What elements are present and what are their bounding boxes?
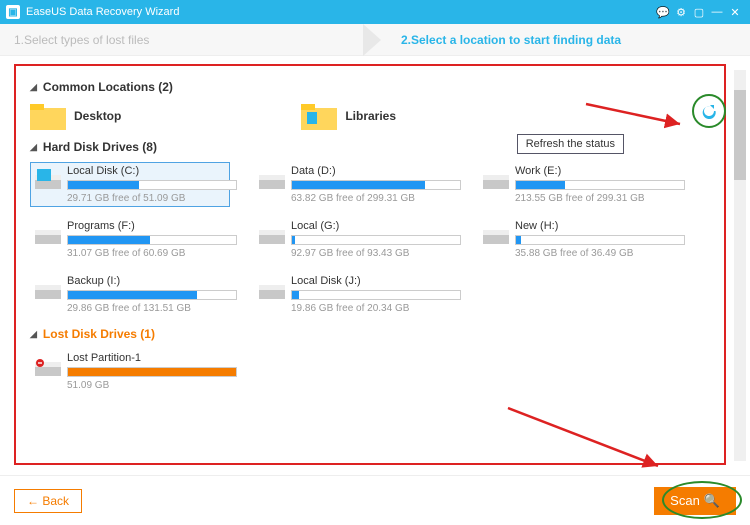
capacity-bar — [67, 290, 237, 300]
capacity-bar — [291, 180, 461, 190]
capacity-bar — [67, 235, 237, 245]
titlebar: ▣ EaseUS Data Recovery Wizard 💬 ⚙ ▢ — ✕ — [0, 0, 750, 24]
capacity-bar — [291, 290, 461, 300]
capacity-bar — [291, 235, 461, 245]
location-libraries[interactable]: Libraries — [301, 102, 396, 130]
wizard-steps: 1.Select types of lost files 2.Select a … — [0, 24, 750, 56]
scrollbar[interactable] — [734, 70, 746, 461]
drive-info: 29.71 GB free of 51.09 GB — [67, 193, 237, 204]
step-2: 2.Select a location to start finding dat… — [401, 33, 750, 47]
drive-info: 92.97 GB free of 93.43 GB — [291, 248, 461, 259]
drive-item[interactable]: Programs (F:)31.07 GB free of 60.69 GB — [30, 217, 230, 262]
drive-name: New (H:) — [515, 220, 685, 232]
collapse-icon[interactable]: ◢ — [30, 329, 37, 340]
search-icon: 🔍 — [704, 493, 720, 509]
drive-icon — [483, 169, 509, 191]
drive-info: 51.09 GB — [67, 380, 237, 391]
drive-item[interactable]: Data (D:)63.82 GB free of 299.31 GB — [254, 162, 454, 207]
capacity-bar — [67, 367, 237, 377]
drive-info: 35.88 GB free of 36.49 GB — [515, 248, 685, 259]
drive-info: 63.82 GB free of 299.31 GB — [291, 193, 461, 204]
drive-icon — [483, 224, 509, 246]
drive-info: 31.07 GB free of 60.69 GB — [67, 248, 237, 259]
refresh-tooltip: Refresh the status — [517, 134, 624, 154]
drive-item[interactable]: New (H:)35.88 GB free of 36.49 GB — [478, 217, 678, 262]
capacity-bar — [515, 180, 685, 190]
drive-name: Work (E:) — [515, 165, 685, 177]
scrollbar-thumb[interactable] — [734, 90, 746, 180]
section-common: ◢ Common Locations (2) — [30, 80, 710, 94]
drive-name: Programs (F:) — [67, 220, 237, 232]
close-icon[interactable]: ✕ — [726, 6, 744, 19]
drive-name: Data (D:) — [291, 165, 461, 177]
step-separator — [363, 24, 381, 56]
section-lost: ◢ Lost Disk Drives (1) — [30, 327, 710, 341]
lost-drive-item[interactable]: Lost Partition-151.09 GB — [30, 349, 230, 394]
back-button[interactable]: ← Back — [14, 489, 82, 513]
refresh-button[interactable] — [698, 100, 720, 122]
drive-icon — [35, 224, 61, 246]
drive-icon — [35, 356, 61, 378]
location-desktop[interactable]: Desktop — [30, 102, 121, 130]
chat-icon[interactable]: 💬 — [654, 6, 672, 19]
maximize-icon[interactable]: ▢ — [690, 6, 708, 19]
collapse-icon[interactable]: ◢ — [30, 142, 37, 153]
drive-icon — [259, 224, 285, 246]
capacity-bar — [67, 180, 237, 190]
drive-name: Local Disk (C:) — [67, 165, 237, 177]
drive-item[interactable]: Local Disk (J:)19.86 GB free of 20.34 GB — [254, 272, 454, 317]
libraries-icon — [301, 102, 337, 130]
drive-info: 19.86 GB free of 20.34 GB — [291, 303, 461, 314]
drive-name: Local (G:) — [291, 220, 461, 232]
drive-item[interactable]: Work (E:)213.55 GB free of 299.31 GB — [478, 162, 678, 207]
app-logo: ▣ — [6, 5, 20, 19]
drive-item[interactable]: Backup (I:)29.86 GB free of 131.51 GB — [30, 272, 230, 317]
drive-name: Local Disk (J:) — [291, 275, 461, 287]
minimize-icon[interactable]: — — [708, 6, 726, 18]
drive-item[interactable]: Local (G:)92.97 GB free of 93.43 GB — [254, 217, 454, 262]
drive-icon — [259, 279, 285, 301]
drive-info: 213.55 GB free of 299.31 GB — [515, 193, 685, 204]
location-panel: ◢ Common Locations (2) Desktop Libraries… — [14, 64, 726, 465]
drive-name: Backup (I:) — [67, 275, 237, 287]
drive-name: Lost Partition-1 — [67, 352, 237, 364]
drive-info: 29.86 GB free of 131.51 GB — [67, 303, 237, 314]
drive-icon — [35, 279, 61, 301]
settings-icon[interactable]: ⚙ — [672, 6, 690, 19]
drive-icon — [35, 169, 61, 191]
app-title: EaseUS Data Recovery Wizard — [26, 6, 179, 18]
drive-item[interactable]: Local Disk (C:)29.71 GB free of 51.09 GB — [30, 162, 230, 207]
collapse-icon[interactable]: ◢ — [30, 82, 37, 93]
footer: ← Back Scan 🔍 — [0, 475, 750, 525]
drive-icon — [259, 169, 285, 191]
capacity-bar — [515, 235, 685, 245]
scan-button[interactable]: Scan 🔍 — [654, 487, 736, 515]
step-1: 1.Select types of lost files — [0, 33, 363, 47]
folder-icon — [30, 102, 66, 130]
